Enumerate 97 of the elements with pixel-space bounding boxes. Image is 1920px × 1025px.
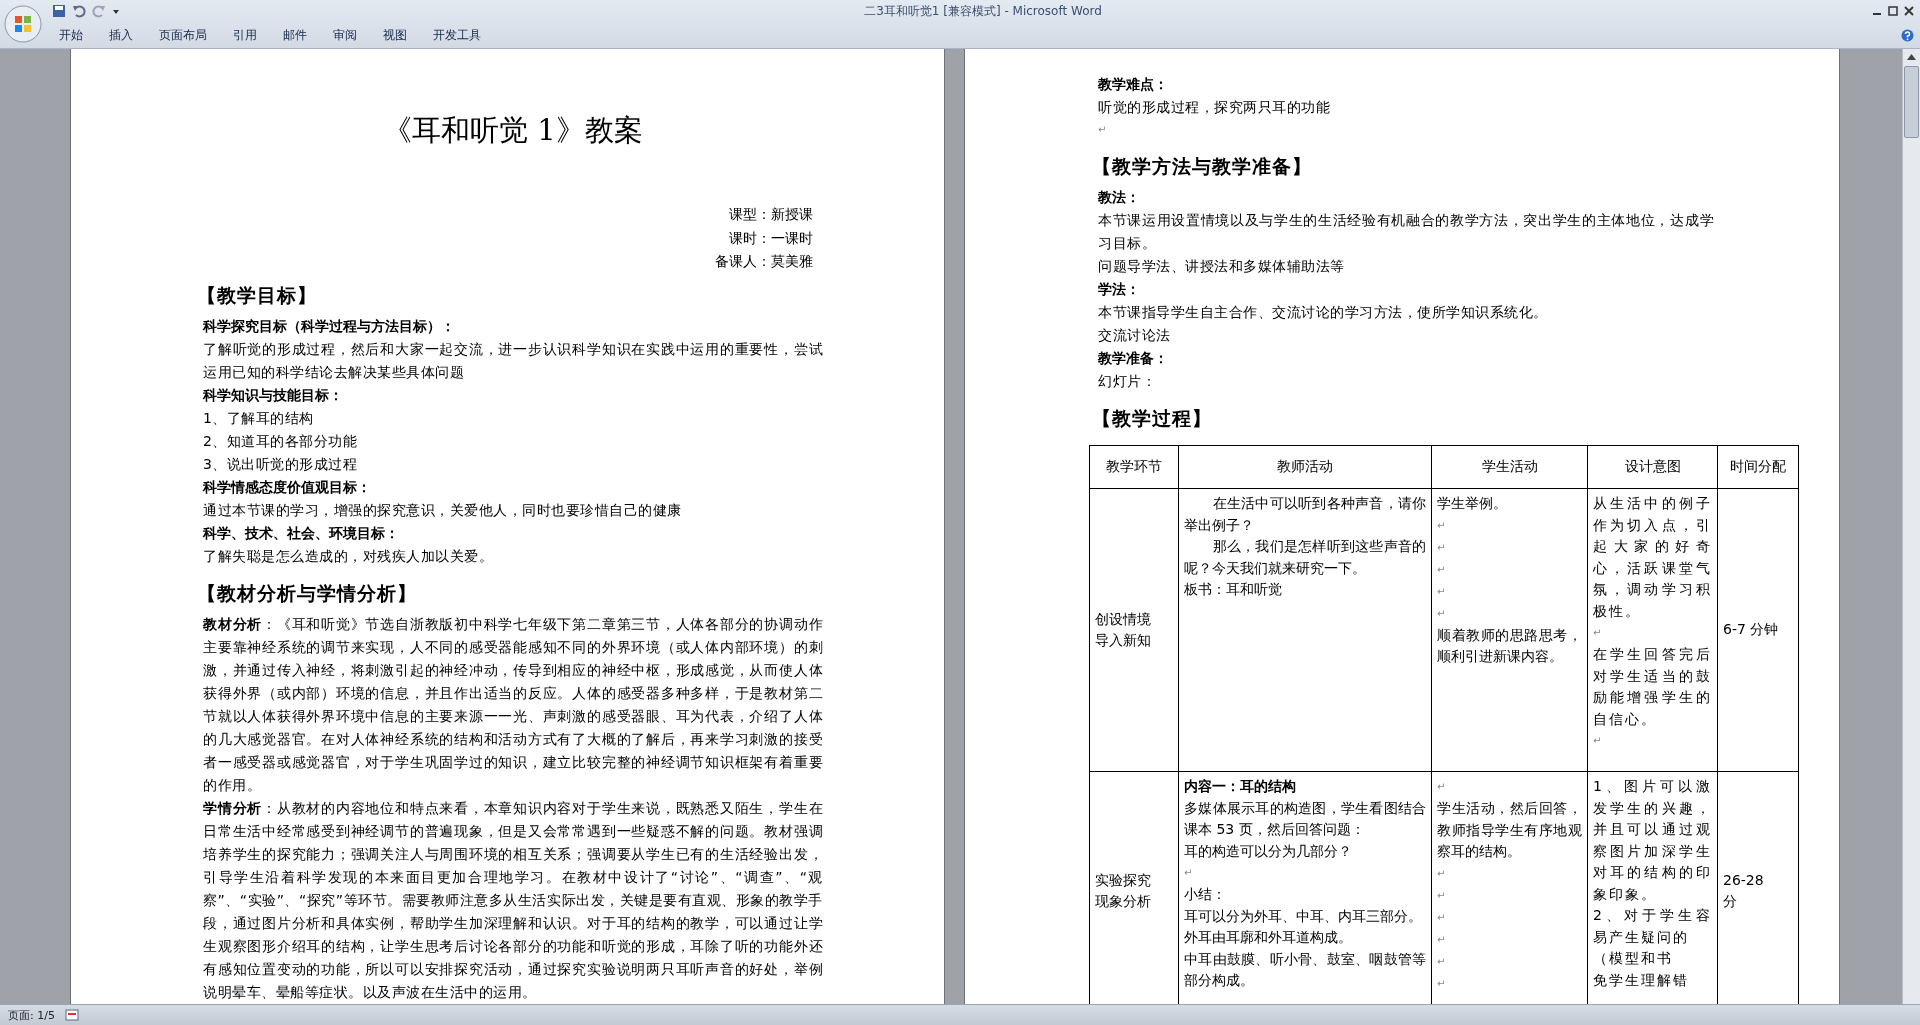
section-heading: 【教学过程】 (1092, 406, 1213, 431)
ribbon-tab[interactable]: 审阅 (320, 24, 370, 46)
section-heading: 【教材分析与学情分析】 (197, 580, 418, 606)
ribbon-tab[interactable]: 开始 (46, 24, 96, 46)
paragraph-mark: ↵ (1593, 735, 1602, 746)
field-label: 科学知识与技能目标： (203, 385, 344, 405)
paragraph: 2、知道耳的各部分功能 (203, 431, 359, 451)
cell-text: 在生活中可以听到各种声音，请你举出例子？ (1184, 494, 1426, 535)
cell-text: 现象分析 (1095, 892, 1152, 911)
cell-text: 耳的构造可以分为几部分？ (1184, 841, 1353, 861)
cell-text: 板书：耳和听觉 (1184, 580, 1283, 599)
save-icon[interactable] (52, 4, 66, 18)
column-header: 学生活动 (1481, 458, 1538, 474)
cell-text: 那么，我们是怎样听到这些声音的呢？今天我们就来研究一下。 (1184, 537, 1426, 578)
section-heading: 【教学目标】 (197, 282, 318, 308)
cell-text: 中耳由鼓膜、听小骨、鼓室、咽鼓管等部分构成。 (1184, 949, 1426, 990)
cell-text: 小结： (1184, 885, 1227, 904)
field-label: 科学情感态度价值观目标： (203, 477, 372, 497)
paragraph: 3、说出听觉的形成过程 (203, 454, 359, 474)
cell-text: 实验探究 (1095, 870, 1152, 890)
cell-text: 6-7 分钟 (1723, 620, 1780, 640)
ribbon-tab[interactable]: 引用 (220, 24, 270, 46)
paragraph: 了解失聪是怎么造成的，对残疾人加以关爱。 (203, 546, 494, 566)
paragraph-mark: ↵ (1437, 933, 1446, 945)
paragraph: 教材分析：《耳和听觉》节选自浙教版初中科学七年级下第二章第三节，人体各部分的协调动作主要靠神经系统的调节来实现，人不同的感受器能感知不同的外界环境（或人体内部环境）的刺激，并通过传入神经，将刺激引起的神经冲动，传导到相应的神经中枢，形成感觉，从而使人体获得外界（或内部）环境的信息，并且作出适当的反应。人体的感受器多种多样，于是教材第二节就以人体获得外界环境中信息的主要来源一一光、声刺激的感受器眼、耳为代表，介绍了人体的几大感觉器官。在对人体神经系统的结构和活动方式有了大概的了解后，再来学习刺激的接受者一感受器或感觉器官，对于学生巩固学过的知识，建立比较完整的神经调节知识框架有着重要的作用。 (203, 614, 823, 795)
paragraph-mark: ↵ (1437, 781, 1446, 792)
paragraph-mark: ↵ (1437, 519, 1446, 531)
field-label: 教学难点： (1098, 75, 1169, 94)
field-label: 教法： (1098, 188, 1141, 207)
paragraph-mark: ↵ (1437, 977, 1446, 989)
paragraph-mark: ↵ (1184, 867, 1193, 878)
maximize-icon[interactable] (1888, 6, 1898, 16)
cell-text: 在学生回答完后对学生适当的鼓励能增强学生的自信心。 (1593, 645, 1712, 729)
ribbon-tab[interactable]: 插入 (96, 24, 146, 46)
field-label: 教学准备： (1098, 349, 1169, 368)
paragraph-mark: ↵ (1437, 585, 1446, 597)
ribbon-tab[interactable]: 页面布局 (146, 24, 220, 46)
paragraph: 本节课指导学生自主合作、交流讨论的学习方法，使所学知识系统化。 (1098, 303, 1549, 322)
paragraph-mark: ↵ (1437, 889, 1446, 901)
document-icon[interactable] (64, 1009, 79, 1021)
paragraph: 通过本节课的学习，增强的探究意识，关爱他人，同时也要珍惜自己的健康 (203, 500, 683, 520)
column-header: 设计意图 (1624, 458, 1681, 474)
document-meta: 备课人：莫美雅 (715, 253, 813, 269)
paragraph-mark: ↵ (1437, 867, 1446, 879)
caret-icon[interactable] (112, 7, 120, 15)
paragraph: 幻灯片： (1098, 372, 1157, 391)
paragraph-mark: ↵ (1593, 627, 1602, 638)
field-label: 科学探究目标（科学过程与方法目标）： (203, 316, 456, 336)
document-title: 《耳和听觉 1》教案 (382, 112, 644, 149)
paragraph-mark: ↵ (1437, 563, 1446, 575)
paragraph-mark: ↵ (1437, 911, 1446, 923)
column-header: 教学环节 (1106, 458, 1162, 474)
paragraph: 本节课运用设置情境以及与学生的生活经验有机融合的教学方法，突出学生的主体地位，达成学习目标。 (1098, 211, 1714, 253)
paragraph-mark: ↵ (1437, 607, 1446, 619)
paragraph: 问题导学法、讲授法和多媒体辅助法等 (1098, 257, 1346, 276)
paragraph-mark: ↵ (1437, 955, 1446, 967)
cell-text: 2、对于学生容易产生疑问的 (1593, 906, 1712, 947)
cell-text: 导入新知 (1095, 631, 1152, 650)
cell-text: 1、图片可以激发学生的兴趣，并且可以通过观察图片加深学生对耳的结构的印象印象。 (1593, 777, 1712, 904)
cell-text: 学生活动，然后回答，教师指导学生有序地观察耳的结构。 (1437, 799, 1582, 861)
cell-text: 免学生理解错 (1593, 970, 1690, 990)
cell-text: 从生活中的例子作为切入点，引起大家的好奇心，活跃课堂气氛，调动学习积极性。 (1593, 494, 1712, 621)
office-logo-icon[interactable] (4, 5, 42, 43)
column-header: 时间分配 (1730, 458, 1786, 474)
ribbon-tab[interactable]: 视图 (370, 24, 420, 46)
paragraph: 交流讨论法 (1098, 326, 1172, 345)
ribbon-tab[interactable]: 邮件 (270, 24, 320, 46)
document-meta: 课型：新授课 (729, 206, 813, 222)
column-header: 教师活动 (1277, 458, 1333, 474)
cell-text: （模型和书 (1593, 949, 1674, 968)
paragraph: 听觉的形成过程，探究两只耳的功能 (1098, 98, 1331, 117)
undo-icon[interactable] (72, 4, 86, 18)
page-count: 页面: 1/5 (8, 1007, 55, 1023)
paragraph-mark: ↵ (1437, 541, 1446, 553)
field-label: 科学、技术、社会、环境目标： (203, 523, 400, 543)
cell-text: 分 (1723, 892, 1738, 911)
paragraph-mark: ↵ (1098, 124, 1107, 135)
paragraph: 了解听觉的形成过程，然后和大家一起交流，进一步认识科学知识在实践中运用的重要性，尝试运用已知的科学结论去解决某些具体问题 (203, 339, 823, 382)
cell-text: 创设情境 (1095, 609, 1152, 629)
cell-text: 顺着教师的思路思考，顺利引进新课内容。 (1437, 625, 1582, 666)
close-icon[interactable] (1904, 6, 1914, 16)
cell-text: 耳可以分为外耳、中耳、内耳三部分。 (1184, 906, 1423, 926)
paragraph: 学情分析：从教材的内容地位和特点来看，本章知识内容对于学生来说，既熟悉又陌生，学生在日常生活中经常感受到神经调节的普遍现象，但是又会常常遇到一些疑惑不解的问题。教材强调培养学生的探究能力；强调关注人与周围环境的相互关系；强调要从学生已有的生活经验出发，引导学生沿着科学发现的本来面目更加合理地学习。在教材中设计了“讨论”、“调查”、“观察”、“实验”、“探究”等环节。需要教师注意多从生活实际出发，关键是要有直观、形象的教学手段，通过图片分析和具体实例，帮助学生加深理解和认识。对于耳的结构的教学，可以通过让学生观察图形介绍耳的结构，让学生思考后讨论各部分的功能和听觉的形成，耳除了听的功能外还有感知位置变动的功能，所以可以安排探究活动，通过探究实验说明两只耳听声音的好处，举例说明晕车、晕船等症状。以及声波在生活中的运用。 (203, 798, 823, 1002)
cell-text: 学生举例。 (1437, 494, 1508, 513)
scrollbar-thumb[interactable] (1904, 66, 1919, 138)
scroll-up-icon[interactable] (1907, 53, 1916, 60)
window-title: 二3耳和听觉1 [兼容模式] - Microsoft Word (864, 2, 1102, 20)
cell-text: 内容一：耳的结构 (1184, 777, 1297, 796)
document-meta: 课时：一课时 (729, 229, 813, 246)
cell-text: 多媒体展示耳的构造图，学生看图结合课本 53 页，然后回答问题： (1184, 798, 1426, 839)
paragraph: 1、了解耳的结构 (203, 408, 315, 428)
cell-text: 外耳由耳廓和外耳道构成。 (1184, 928, 1353, 947)
help-icon[interactable] (1901, 28, 1914, 42)
cell-text: 26-28 (1723, 870, 1765, 890)
section-heading: 【教学方法与教学准备】 (1092, 154, 1313, 179)
field-label: 学法： (1098, 280, 1141, 299)
ribbon-tab[interactable]: 开发工具 (420, 24, 494, 46)
